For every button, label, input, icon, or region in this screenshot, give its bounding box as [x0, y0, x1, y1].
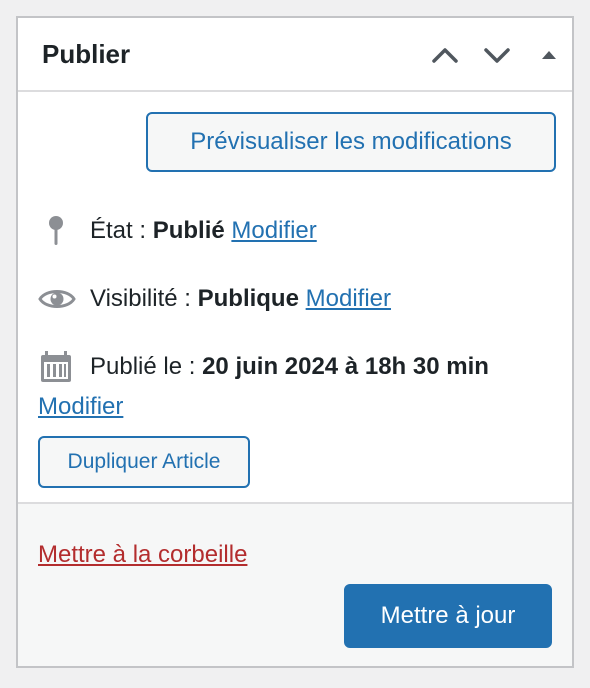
eye-icon [38, 282, 78, 316]
edit-visibility-link[interactable]: Modifier [306, 285, 391, 312]
edit-date-link[interactable]: Modifier [38, 393, 123, 420]
duplicate-article-button[interactable]: Dupliquer Article [38, 436, 250, 488]
chevron-down-icon [480, 38, 514, 72]
update-button[interactable]: Mettre à jour [344, 584, 552, 648]
status-label: État : [90, 217, 153, 244]
edit-status-link[interactable]: Modifier [231, 217, 316, 244]
move-up-button[interactable] [428, 38, 462, 72]
calendar-icon [38, 350, 78, 384]
caret-up-icon [532, 38, 566, 72]
toggle-panel-button[interactable] [532, 38, 566, 72]
visibility-value: Publique [197, 285, 299, 312]
preview-changes-button[interactable]: Prévisualiser les modifications [146, 112, 556, 172]
published-label: Publié le : [90, 353, 203, 380]
status-value: Publié [152, 217, 225, 244]
move-to-trash-link[interactable]: Mettre à la corbeille [38, 538, 247, 572]
published-value: 20 juin 2024 à 18h 30 min [202, 353, 489, 380]
publish-footer: Mettre à la corbeille Mettre à jour [18, 502, 572, 666]
chevron-up-icon [428, 38, 462, 72]
pin-icon [38, 214, 78, 248]
panel-header: Publier [18, 18, 572, 92]
panel-title: Publier [42, 39, 131, 69]
publish-panel: Publier Prévisualiser les modifications … [16, 16, 574, 668]
published-edit-row: Modifier [38, 390, 123, 424]
publish-body: Prévisualiser les modifications État : P… [18, 92, 572, 506]
visibility-label: Visibilité : [90, 285, 198, 312]
move-down-button[interactable] [480, 38, 514, 72]
